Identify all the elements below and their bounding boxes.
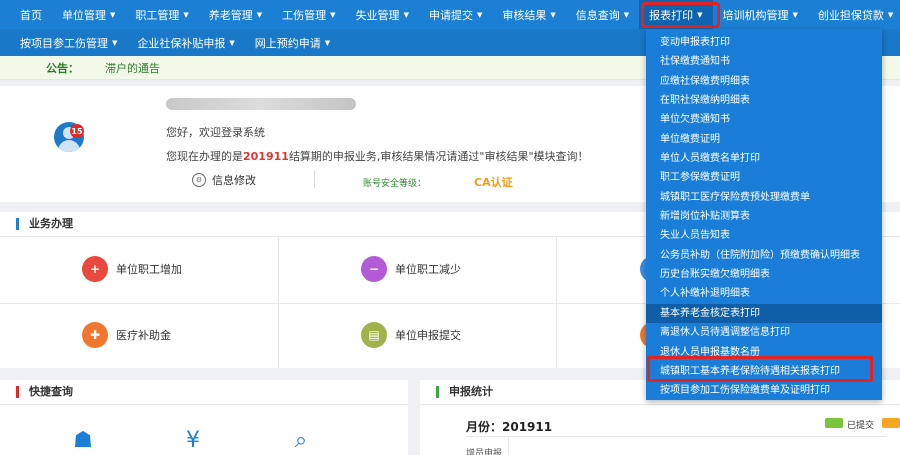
dropdown-item[interactable]: 职工参保缴费证明 bbox=[646, 168, 882, 187]
dropdown-item[interactable]: 社保缴费通知书 bbox=[646, 52, 882, 71]
quick-query-panel: 快捷查询 ☗ ¥ ⌕ bbox=[0, 380, 408, 455]
dropdown-highlight-box bbox=[647, 356, 873, 382]
dropdown-item[interactable]: 城镇职工医疗保险费预处理缴费单 bbox=[646, 188, 882, 207]
dropdown-item[interactable]: 历史台账实缴欠缴明细表 bbox=[646, 265, 882, 284]
document-icon: ▤ bbox=[361, 322, 387, 348]
dropdown-item[interactable]: 失业人员告知表 bbox=[646, 226, 882, 245]
period-text: 您现在办理的是201911结算期的申报业务,审核结果情况请通过"审核结果"模块查… bbox=[166, 150, 589, 163]
ca-auth-link[interactable]: CA认证 bbox=[474, 174, 513, 190]
dropdown-item[interactable]: 离退休人员待遇调整信息打印 bbox=[646, 323, 882, 342]
dropdown-item[interactable]: 变动申报表打印 bbox=[646, 33, 882, 52]
nav-startup-loan[interactable]: 创业担保贷款 ▼ bbox=[808, 0, 900, 29]
chevron-down-icon: ▼ bbox=[403, 10, 409, 19]
legend-submitted-swatch bbox=[825, 418, 843, 428]
dropdown-item[interactable]: 按项目参加工伤保险缴费单及证明打印 bbox=[646, 381, 882, 400]
add-user-icon: + bbox=[82, 256, 108, 282]
divider bbox=[466, 436, 886, 437]
notification-badge[interactable]: 15 bbox=[70, 124, 84, 138]
chevron-down-icon: ▼ bbox=[112, 38, 118, 47]
money-search-icon[interactable]: ¥ bbox=[176, 428, 210, 455]
nav-injury-management[interactable]: 工伤管理 ▼ bbox=[272, 0, 345, 29]
dropdown-item[interactable]: 应缴社保缴费明细表 bbox=[646, 72, 882, 91]
chevron-down-icon: ▼ bbox=[623, 10, 630, 19]
nav-review-results[interactable]: 审核结果 ▼ bbox=[492, 0, 565, 29]
chevron-down-icon: ▼ bbox=[229, 38, 235, 47]
medical-icon: ✚ bbox=[82, 322, 108, 348]
chevron-down-icon: ▼ bbox=[550, 10, 556, 19]
chevron-down-icon: ▼ bbox=[792, 10, 798, 19]
greeting-text: 您好，欢迎登录系统 bbox=[166, 126, 265, 139]
dropdown-item[interactable]: 在职社保缴纳明细表 bbox=[646, 91, 882, 110]
chevron-down-icon: ▼ bbox=[110, 10, 116, 19]
medical-subsidy-button[interactable]: ✚ 医疗补助金 bbox=[82, 322, 171, 348]
nav-pension-management[interactable]: 养老管理 ▼ bbox=[199, 0, 272, 29]
nav-social-subsidy[interactable]: 企业社保补贴申报 ▼ bbox=[127, 29, 244, 56]
dropdown-item[interactable]: 公务员补助（住院附加险）预缴费确认明细表 bbox=[646, 246, 882, 265]
divider bbox=[314, 170, 315, 188]
legend-other-swatch bbox=[882, 418, 900, 428]
main-nav: 首页 单位管理 ▼ 职工管理 ▼ 养老管理 ▼ 工伤管理 ▼ 失业管理 ▼ 申请提交 ▼ 审… bbox=[0, 0, 900, 29]
chevron-down-icon: ▼ bbox=[887, 10, 894, 19]
notice-label: 公告： bbox=[46, 61, 79, 75]
chevron-down-icon: ▼ bbox=[330, 10, 336, 19]
chevron-down-icon: ▼ bbox=[256, 10, 263, 19]
nav-online-appointment[interactable]: 网上预约申请 ▼ bbox=[245, 29, 340, 56]
nav-apply-submit[interactable]: 申请提交 ▼ bbox=[419, 0, 492, 29]
dropdown-item[interactable]: 单位欠费通知书 bbox=[646, 110, 882, 129]
nav-unemployment-management[interactable]: 失业管理 ▼ bbox=[346, 0, 419, 29]
gear-icon: ⚙ bbox=[192, 173, 206, 187]
business-panel-title: 业务办理 bbox=[16, 218, 73, 230]
month-label: 月份：201911 bbox=[466, 420, 553, 434]
nav-info-query[interactable]: 信息查询 ▼ bbox=[566, 0, 639, 29]
avatar-body bbox=[58, 140, 80, 152]
divider bbox=[0, 404, 408, 405]
nav-employee-management[interactable]: 职工管理 ▼ bbox=[125, 0, 198, 29]
chevron-down-icon: ▼ bbox=[476, 10, 483, 19]
chevron-down-icon: ▼ bbox=[324, 38, 331, 47]
divider bbox=[278, 236, 279, 368]
dropdown-item[interactable]: 个人补缴补退明细表 bbox=[646, 284, 882, 303]
document-search-icon[interactable]: ⌕ bbox=[284, 428, 318, 455]
divider bbox=[508, 436, 509, 455]
unit-submit-button[interactable]: ▤ 单位申报提交 bbox=[361, 322, 461, 348]
period-value: 201911 bbox=[243, 150, 289, 163]
dropdown-item[interactable]: 基本养老金核定表打印 bbox=[646, 303, 882, 324]
blurred-company-name bbox=[166, 98, 356, 110]
nav-project-injury[interactable]: 按项目参工伤管理 ▼ bbox=[0, 29, 127, 56]
divider bbox=[556, 236, 557, 368]
divider bbox=[420, 404, 900, 405]
dropdown-item[interactable]: 单位人员缴费名单打印 bbox=[646, 149, 882, 168]
dropdown-item[interactable]: 单位缴费证明 bbox=[646, 130, 882, 149]
info-edit-button[interactable]: ⚙ 信息修改 bbox=[192, 172, 256, 188]
security-level-label: 账号安全等级： bbox=[363, 179, 427, 189]
nav-training-institution[interactable]: 培训机构管理 ▼ bbox=[713, 0, 808, 29]
report-print-dropdown: 变动申报表打印 社保缴费通知书 应缴社保缴费明细表 在职社保缴纳明细表 单位欠费通知书单… bbox=[646, 29, 882, 400]
nav-home[interactable]: 首页 bbox=[0, 0, 52, 29]
group-icon[interactable]: ☗ bbox=[66, 428, 100, 455]
remove-employee-button[interactable]: − 单位职工减少 bbox=[361, 256, 461, 282]
nav-unit-management[interactable]: 单位管理 ▼ bbox=[52, 0, 125, 29]
stats-row-label: 增员申报 bbox=[466, 449, 503, 455]
nav-highlight-box bbox=[641, 2, 720, 28]
remove-user-icon: − bbox=[361, 256, 387, 282]
quick-query-title: 快捷查询 bbox=[16, 386, 73, 398]
dropdown-item[interactable]: 新增岗位补贴测算表 bbox=[646, 207, 882, 226]
legend-submitted-label: 已提交 bbox=[847, 421, 875, 431]
stats-title: 申报统计 bbox=[436, 386, 493, 398]
add-employee-button[interactable]: + 单位职工增加 bbox=[82, 256, 182, 282]
chevron-down-icon: ▼ bbox=[183, 10, 189, 19]
notice-link[interactable]: 滞户的通告 bbox=[105, 60, 160, 76]
